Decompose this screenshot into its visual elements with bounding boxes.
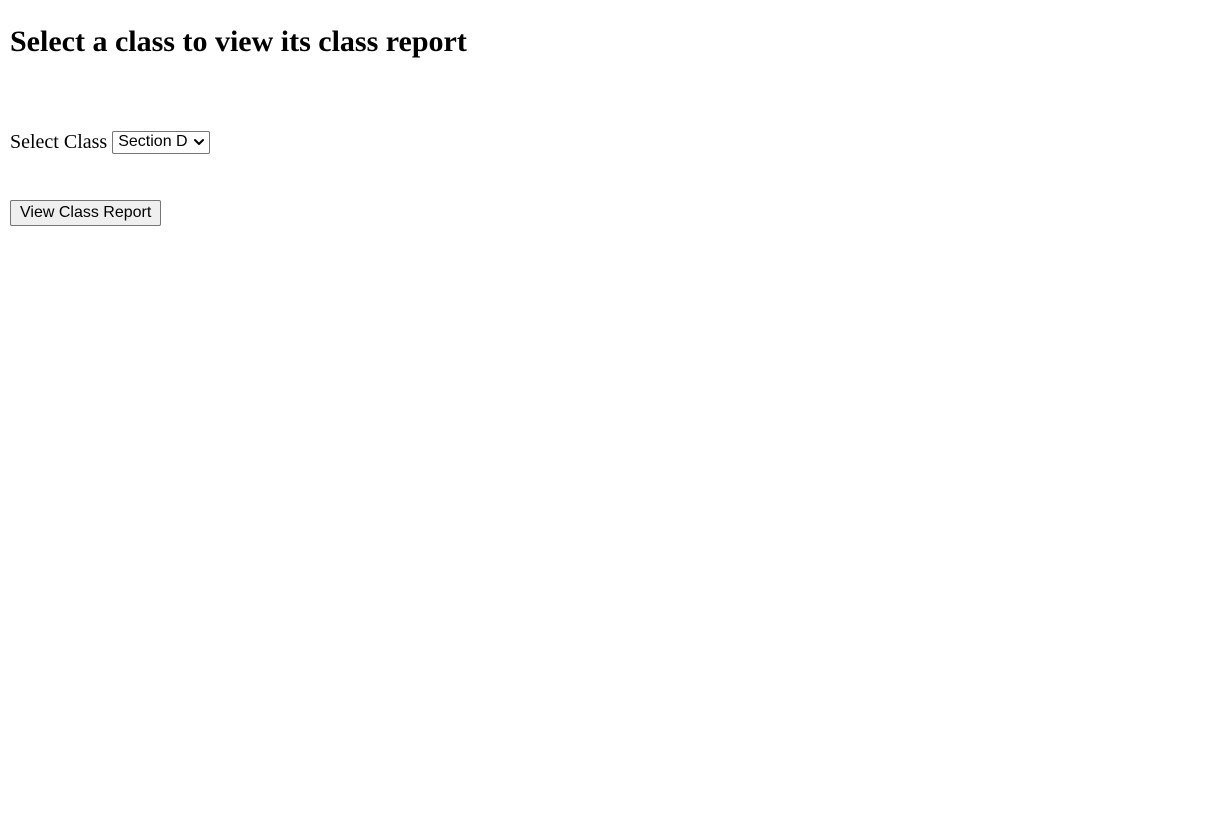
class-select-value: Section D: [118, 133, 188, 150]
view-class-report-button[interactable]: View Class Report: [10, 200, 162, 226]
class-select-dropdown[interactable]: Section D: [112, 130, 210, 154]
class-select-row: Select Class Section D: [10, 130, 210, 154]
class-select-label: Select Class: [10, 131, 108, 153]
chevron-down-icon: [192, 135, 206, 149]
page-title: Select a class to view its class report: [10, 25, 467, 58]
